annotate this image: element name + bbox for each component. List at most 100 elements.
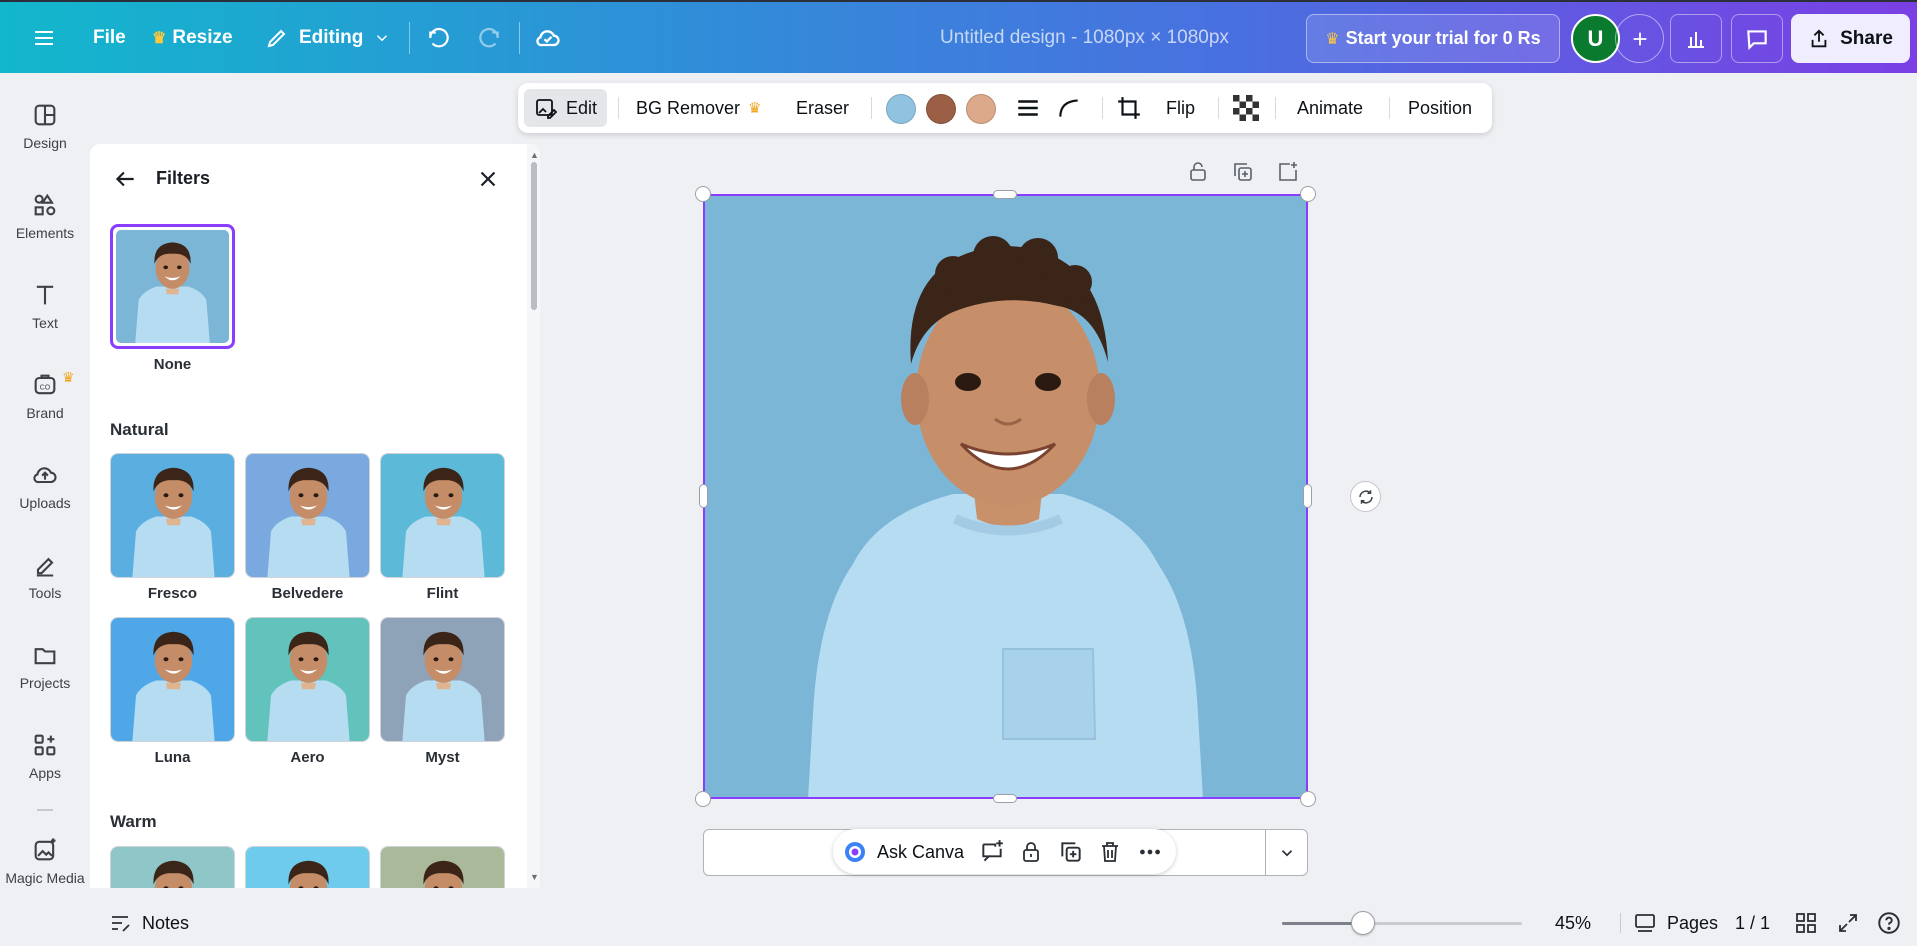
editing-mode-dropdown[interactable]: Editing — [265, 2, 391, 73]
resize-handle-right[interactable] — [1303, 484, 1312, 508]
bg-remover-button[interactable]: BG Remover ♛ — [636, 83, 761, 133]
filter-myst[interactable] — [380, 617, 505, 742]
scroll-up-icon: ▲ — [530, 150, 539, 160]
rail-item-text[interactable]: Text — [0, 281, 90, 361]
resize-handle-top-right[interactable] — [1300, 186, 1316, 202]
filter-fresco[interactable] — [110, 453, 235, 578]
rail-item-tools[interactable]: Tools — [0, 551, 90, 631]
file-menu[interactable]: File — [93, 2, 126, 73]
help-button[interactable] — [1876, 900, 1902, 946]
duplicate-element-button[interactable] — [1231, 160, 1259, 188]
resize-handle-bottom[interactable] — [993, 794, 1017, 803]
resize-handle-bottom-left[interactable] — [695, 791, 711, 807]
rail-item-uploads[interactable]: Uploads — [0, 461, 90, 541]
save-status-button[interactable] — [534, 2, 562, 73]
rail-item-apps[interactable]: Apps — [0, 731, 90, 811]
chevron-down-icon — [1281, 849, 1292, 856]
color-swatch[interactable] — [966, 94, 996, 124]
svg-text:CO: CO — [40, 385, 51, 392]
share-button[interactable]: Share — [1791, 14, 1910, 63]
scroll-down-icon: ▼ — [530, 872, 539, 882]
filter-warm-3[interactable] — [380, 846, 505, 888]
rail-item-elements[interactable]: Elements — [0, 191, 90, 271]
comment-add-icon — [982, 840, 1003, 862]
lock-element-button[interactable] — [1186, 160, 1214, 188]
comments-button[interactable] — [1731, 14, 1783, 63]
color-swatch[interactable] — [926, 94, 956, 124]
divider — [871, 97, 872, 119]
add-comment-button[interactable] — [979, 839, 1005, 865]
divider — [37, 809, 53, 811]
pages-button[interactable]: Pages — [1633, 900, 1718, 946]
magic-media-icon — [34, 838, 56, 861]
duplicate-button[interactable] — [1058, 839, 1084, 865]
rail-item-magic-media[interactable]: Magic Media — [0, 836, 90, 916]
grid-view-button[interactable] — [1794, 900, 1818, 946]
filter-none[interactable] — [110, 224, 235, 349]
filter-warm-2[interactable] — [245, 846, 370, 888]
resize-handle-left[interactable] — [699, 484, 708, 508]
divider — [618, 97, 619, 119]
zoom-slider-knob[interactable] — [1351, 911, 1375, 935]
document-title[interactable]: Untitled design - 1080px × 1080px — [940, 2, 1229, 73]
bg-remover-label: BG Remover — [636, 97, 741, 118]
crop-button[interactable] — [1116, 83, 1142, 133]
bar-chart-icon — [1688, 31, 1704, 48]
pages-icon — [1635, 914, 1655, 932]
resize-handle-top[interactable] — [993, 190, 1017, 199]
edit-image-button[interactable]: Edit — [524, 89, 608, 127]
filter-luna[interactable] — [110, 617, 235, 742]
start-trial-button[interactable]: ♛ Start your trial for 0 Rs — [1306, 14, 1560, 63]
flip-button[interactable]: Flip — [1166, 83, 1195, 133]
filter-flint[interactable] — [380, 453, 505, 578]
redo-button[interactable] — [476, 2, 502, 73]
eraser-button[interactable]: Eraser — [796, 83, 849, 133]
animate-button[interactable]: Animate — [1297, 83, 1363, 133]
scrollbar[interactable]: ▲ ▼ — [527, 144, 540, 888]
resize-handle-top-left[interactable] — [695, 186, 711, 202]
collapse-pages-button[interactable] — [1265, 830, 1307, 875]
page-counter[interactable]: 1 / 1 — [1735, 900, 1770, 946]
border-style-button[interactable] — [1015, 83, 1041, 133]
menu-button[interactable] — [32, 2, 56, 73]
avatar[interactable]: U — [1571, 14, 1620, 63]
comment-icon — [1747, 29, 1767, 50]
rail-item-brand[interactable]: ♛ CO Brand — [0, 369, 90, 451]
position-button[interactable]: Position — [1408, 83, 1472, 133]
transparency-icon — [1233, 95, 1259, 121]
color-swatch[interactable] — [886, 94, 916, 124]
divider — [1620, 913, 1621, 933]
zoom-slider[interactable] — [1282, 911, 1522, 935]
resize-handle-bottom-right[interactable] — [1300, 791, 1316, 807]
zoom-value[interactable]: 45% — [1555, 900, 1591, 946]
ask-canva-button[interactable]: Ask Canva — [843, 839, 964, 865]
arrow-left-icon — [115, 171, 134, 187]
cloud-check-icon — [536, 29, 560, 46]
corner-rounding-button[interactable] — [1056, 83, 1082, 133]
plus-icon — [1633, 32, 1646, 45]
back-button[interactable] — [112, 166, 142, 196]
add-page-button[interactable] — [1276, 160, 1304, 188]
filter-warm-1[interactable] — [110, 846, 235, 888]
filter-aero[interactable] — [245, 617, 370, 742]
more-options-button[interactable] — [1137, 839, 1163, 865]
text-icon — [36, 285, 54, 305]
filter-belvedere[interactable] — [245, 453, 370, 578]
invite-button[interactable] — [1615, 14, 1664, 63]
filter-label: Luna — [154, 749, 191, 766]
rotate-button[interactable] — [1350, 481, 1381, 512]
fullscreen-button[interactable] — [1836, 900, 1860, 946]
notes-button[interactable]: Notes — [108, 900, 189, 946]
scrollbar-thumb[interactable] — [531, 162, 537, 310]
rail-item-design[interactable]: Design — [0, 101, 90, 181]
close-button[interactable] — [475, 166, 505, 196]
delete-button[interactable] — [1098, 839, 1122, 865]
quick-actions-pill: Ask Canva — [833, 829, 1176, 874]
help-icon — [1878, 912, 1900, 934]
transparency-button[interactable] — [1233, 83, 1259, 133]
resize-button[interactable]: ♛ Resize — [152, 2, 233, 73]
rail-item-projects[interactable]: Projects — [0, 641, 90, 721]
lock-button[interactable] — [1019, 839, 1043, 865]
insights-button[interactable] — [1670, 14, 1722, 63]
undo-button[interactable] — [426, 2, 452, 73]
